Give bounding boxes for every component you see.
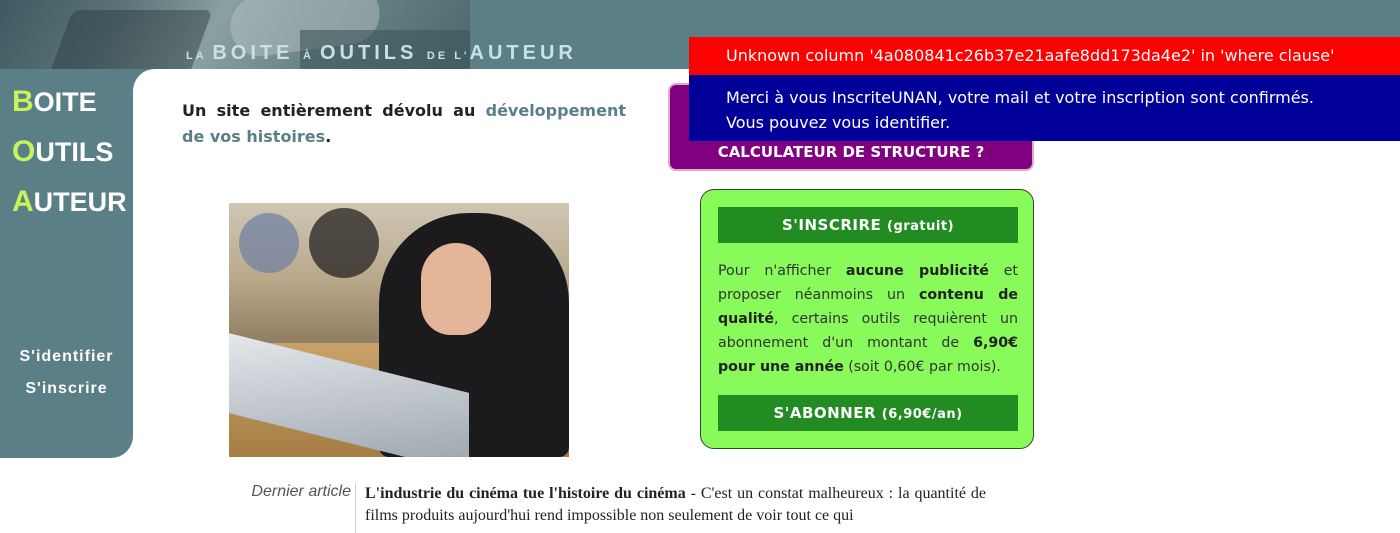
site-title-part: DE L' <box>426 50 470 62</box>
site-title-part: LA <box>186 50 213 62</box>
brand-initial: O <box>12 135 36 168</box>
latest-article-title[interactable]: L'industrie du cinéma tue l'histoire du … <box>365 485 686 502</box>
confirmation-notice: Merci à vous InscriteUNAN, votre mail et… <box>689 75 1400 141</box>
sidebar-links: S'identifier S'inscrire <box>0 341 133 405</box>
brand-word: OUTILS <box>12 127 127 177</box>
divider <box>355 483 356 533</box>
intro-end: . <box>325 127 332 146</box>
error-notice: Unknown column '4a080841c26b37e21aafe8dd… <box>689 37 1400 75</box>
brand-logo[interactable]: BOITE OUTILS AUTEUR <box>12 77 127 227</box>
brand-word: AUTEUR <box>12 177 127 227</box>
content-corner <box>133 69 163 99</box>
structure-calculator-label: CALCULATEUR DE STRUCTURE ? <box>717 143 985 161</box>
brand-initial: A <box>12 185 34 218</box>
brand-word: BOITE <box>12 77 127 127</box>
site-title-part: OUTILS <box>319 42 427 64</box>
brand-rest: OITE <box>33 87 97 117</box>
site-title-part: BOITE <box>212 42 303 64</box>
subscription-highlight: aucune publicité <box>845 263 989 279</box>
confirmation-line-2: Vous pouvez vous identifier. <box>726 113 951 132</box>
signup-button[interactable]: S'INSCRIRE (gratuit) <box>718 207 1018 243</box>
subscription-text: (soit 0,60€ par mois). <box>843 359 1001 375</box>
subscription-description: Pour n'afficher aucune publicité et prop… <box>718 259 1018 379</box>
signup-label: S'INSCRIRE <box>781 216 882 234</box>
intro-lead: Un site entièrement dévolu au <box>182 101 486 120</box>
brand-initial: B <box>12 85 34 118</box>
subscribe-paren: (6,90€/an) <box>881 407 963 422</box>
latest-article-text: L'industrie du cinéma tue l'histoire du … <box>365 483 986 527</box>
signup-paren: (gratuit) <box>887 219 955 234</box>
latest-article-label: Dernier article <box>251 483 351 500</box>
sidebar-link-register[interactable]: S'inscrire <box>0 373 133 405</box>
site-title[interactable]: LA BOITE À OUTILS DE L'AUTEUR <box>186 42 577 65</box>
site-title-part: AUTEUR <box>469 42 577 64</box>
subscription-box: S'INSCRIRE (gratuit) Pour n'afficher auc… <box>700 189 1034 449</box>
confirmation-line-1: Merci à vous InscriteUNAN, votre mail et… <box>726 88 1314 107</box>
sidebar-link-identify[interactable]: S'identifier <box>0 341 133 373</box>
subscribe-button[interactable]: S'ABONNER (6,90€/an) <box>718 395 1018 431</box>
subscribe-label: S'ABONNER <box>773 404 877 422</box>
site-title-part: À <box>302 50 320 62</box>
student-laptop-photo <box>229 203 569 457</box>
intro-text: Un site entièrement dévolu au développem… <box>182 98 626 150</box>
subscription-text: Pour n'afficher <box>718 263 846 279</box>
brand-rest: UTILS <box>35 137 114 167</box>
brand-rest: UTEUR <box>33 187 127 217</box>
sidebar: BOITE OUTILS AUTEUR S'identifier S'inscrir… <box>0 69 133 458</box>
